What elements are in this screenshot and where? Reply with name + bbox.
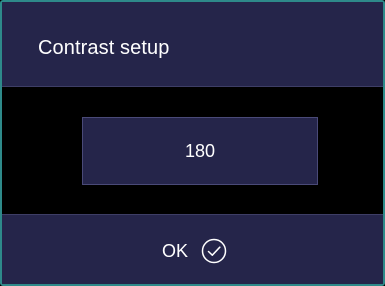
ok-label: OK [162,241,189,261]
dialog-title: Contrast setup [38,37,170,59]
dialog-content: 180 [2,87,383,214]
check-circle-icon [201,238,227,264]
contrast-setup-dialog: Contrast setup 180 OK [0,0,385,286]
contrast-value-field[interactable]: 180 [82,117,318,185]
dialog-footer: OK [2,214,383,284]
ok-button[interactable]: OK [162,234,228,268]
contrast-value: 180 [184,141,216,161]
dialog-header: Contrast setup [2,2,383,87]
